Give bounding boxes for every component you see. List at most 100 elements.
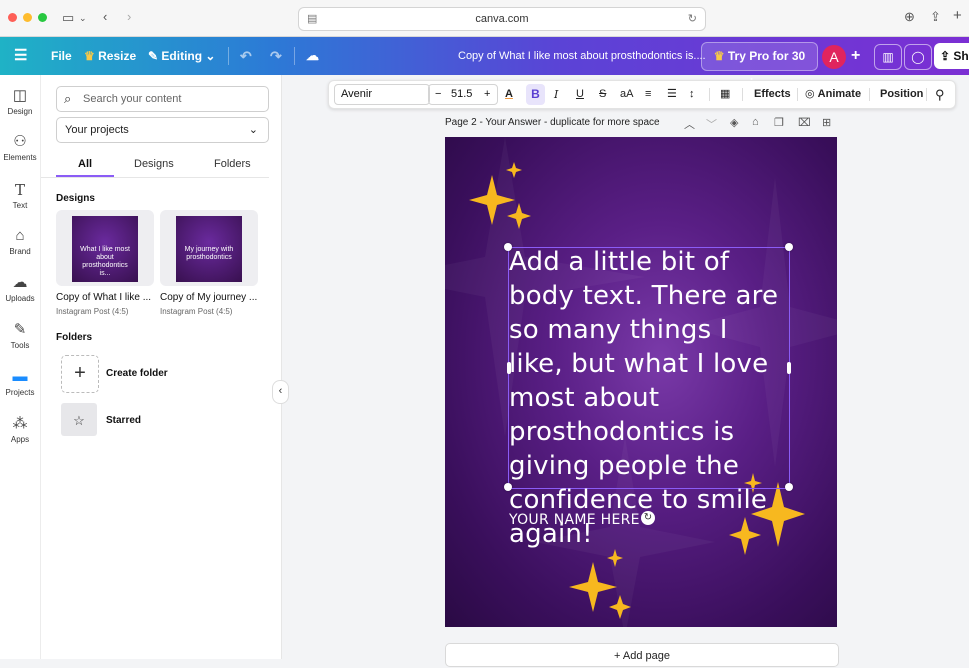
rail-item-design[interactable]: ◫ Design (0, 87, 40, 116)
trash-icon[interactable]: ⌧ (798, 116, 811, 129)
resize-button[interactable]: ♛ Resize (84, 37, 136, 75)
apps-icon: ⁂ (12, 415, 28, 432)
design-title[interactable]: Copy of My journey ... (160, 292, 257, 303)
close-window-button[interactable] (8, 13, 17, 22)
rotate-icon[interactable]: ↻ (641, 511, 655, 525)
cloud-upload-icon: ☁ (12, 274, 28, 291)
starred-folder-label[interactable]: Starred (106, 415, 141, 426)
design-thumbnail[interactable]: What I like most about prosthodontics is… (56, 210, 154, 286)
editing-mode-button[interactable]: ✎ Editing ⌄ (148, 37, 215, 75)
spacing-icon[interactable]: ↕ (689, 81, 695, 108)
divider (869, 88, 870, 101)
tab-all[interactable]: All (78, 158, 92, 170)
crown-icon: ♛ (84, 49, 95, 63)
divider (926, 88, 927, 101)
new-tab-icon[interactable]: + (953, 8, 962, 23)
add-page-icon[interactable]: ⊞ (822, 116, 831, 129)
starred-folder[interactable]: ☆ (61, 403, 97, 436)
rail-item-uploads[interactable]: ☁ Uploads (0, 274, 40, 303)
rail-item-text[interactable]: T Text (0, 181, 40, 210)
strikethrough-button[interactable]: S (599, 81, 606, 108)
font-family-select[interactable]: Avenir (334, 84, 430, 105)
divider (41, 177, 269, 178)
upload-icon: ⇪ (940, 49, 951, 63)
name-text[interactable]: YOUR NAME HERE (509, 512, 640, 528)
project-select[interactable]: Your projects ⌄ (56, 117, 269, 143)
hide-icon[interactable]: ◈ (730, 116, 738, 129)
undo-icon[interactable]: ↶ (240, 37, 252, 75)
collapse-panel-button[interactable]: ‹ (272, 380, 289, 404)
download-icon[interactable]: ⊕ (904, 10, 915, 24)
create-folder-label[interactable]: Create folder (106, 368, 168, 379)
page-title[interactable]: Page 2 - Your Answer - duplicate for mor… (445, 117, 660, 128)
pencil-icon: ✎ (148, 49, 159, 63)
share-button[interactable]: ⇪ Sh (934, 43, 969, 69)
text-color-icon[interactable]: A (505, 81, 513, 108)
list-icon[interactable]: ☰ (667, 81, 677, 108)
try-pro-button[interactable]: ♛ Try Pro for 30 days (701, 42, 818, 90)
lock-icon[interactable]: ⌂ (752, 116, 759, 128)
folders-heading: Folders (56, 332, 93, 343)
transparency-icon[interactable]: ▦ (720, 81, 730, 108)
rail-item-tools[interactable]: ✎ Tools (0, 321, 40, 350)
tab-designs[interactable]: Designs (134, 158, 174, 170)
sidebar-toggle-icon[interactable]: ▭ (62, 11, 74, 25)
document-title[interactable]: Copy of What I like most about prosthodo… (458, 37, 706, 75)
decrease-size-button[interactable]: − (435, 85, 441, 104)
search-input[interactable]: ⌕ Search your content (56, 86, 269, 112)
duplicate-icon[interactable]: ❐ (774, 116, 784, 129)
font-size-value[interactable]: 51.5 (451, 85, 472, 104)
create-folder-button[interactable]: + (61, 355, 99, 393)
zoom-window-button[interactable] (38, 13, 47, 22)
increase-size-button[interactable]: + (484, 85, 490, 104)
position-button[interactable]: Position (880, 81, 923, 108)
design-title[interactable]: Copy of What I like ... (56, 292, 151, 303)
rail-item-elements[interactable]: ⚇ Elements (0, 133, 40, 162)
bold-button[interactable]: B (526, 84, 545, 105)
tab-folders[interactable]: Folders (214, 158, 251, 170)
body-text[interactable]: Add a little bit of body text. There are… (509, 245, 787, 551)
animate-button[interactable]: ◎ Animate (805, 81, 861, 108)
chevron-down-icon[interactable]: ﹀ (706, 116, 717, 132)
minimize-window-button[interactable] (23, 13, 32, 22)
effects-button[interactable]: Effects (754, 81, 791, 108)
add-collaborator-icon[interactable]: + (851, 37, 860, 75)
file-menu-button[interactable]: File (51, 37, 72, 75)
align-icon[interactable]: ≡ (645, 81, 651, 108)
tools-icon: ✎ (13, 321, 27, 338)
italic-button[interactable]: I (554, 81, 558, 108)
rail-item-apps[interactable]: ⁂ Apps (0, 415, 40, 444)
cloud-saved-icon[interactable]: ☁ (306, 37, 319, 75)
avatar[interactable]: A (822, 45, 846, 69)
search-icon: ⌕ (64, 91, 72, 106)
comment-icon[interactable]: ◯ (904, 44, 932, 70)
add-page-button[interactable]: + Add page (445, 643, 839, 667)
chevron-down-icon[interactable]: ⌄ (79, 11, 87, 25)
design-page[interactable]: Add a little bit of body text. There are… (445, 137, 837, 627)
letter-case-button[interactable]: aA (620, 81, 633, 108)
font-size-stepper[interactable]: − 51.5 + (428, 84, 498, 105)
shapes-icon: ⚇ (13, 133, 27, 150)
underline-button[interactable]: U (576, 81, 584, 108)
divider (228, 47, 229, 65)
rail-item-brand[interactable]: ⌂ Brand (0, 227, 40, 256)
back-icon[interactable]: ‹ (103, 10, 107, 24)
design-preview-text: What I like most about prosthodontics is… (80, 246, 130, 277)
layout-icon: ◫ (12, 87, 28, 104)
divider (797, 88, 798, 101)
divider (709, 88, 710, 101)
menu-icon[interactable]: ☰ (14, 37, 27, 75)
editor-header: ☰ File ♛ Resize ✎ Editing ⌄ ↶ ↷ ☁ Copy o… (0, 37, 969, 90)
design-thumbnail[interactable]: My journey with prosthodontics (160, 210, 258, 286)
chevron-up-icon[interactable]: ︿ (684, 116, 695, 132)
address-bar[interactable]: ▤ canva.com ↻ (298, 7, 706, 31)
project-select-value: Your projects (65, 124, 129, 136)
reload-icon[interactable]: ↻ (688, 8, 697, 30)
side-handle[interactable] (787, 362, 791, 374)
redo-icon[interactable]: ↷ (270, 37, 282, 75)
forward-icon[interactable]: › (127, 10, 131, 24)
paint-format-icon[interactable]: ⚲ (935, 81, 945, 108)
insights-icon[interactable]: ▥ (874, 44, 902, 70)
rail-item-projects[interactable]: ▬ Projects (0, 368, 40, 397)
share-sheet-icon[interactable]: ⇪ (930, 10, 941, 24)
